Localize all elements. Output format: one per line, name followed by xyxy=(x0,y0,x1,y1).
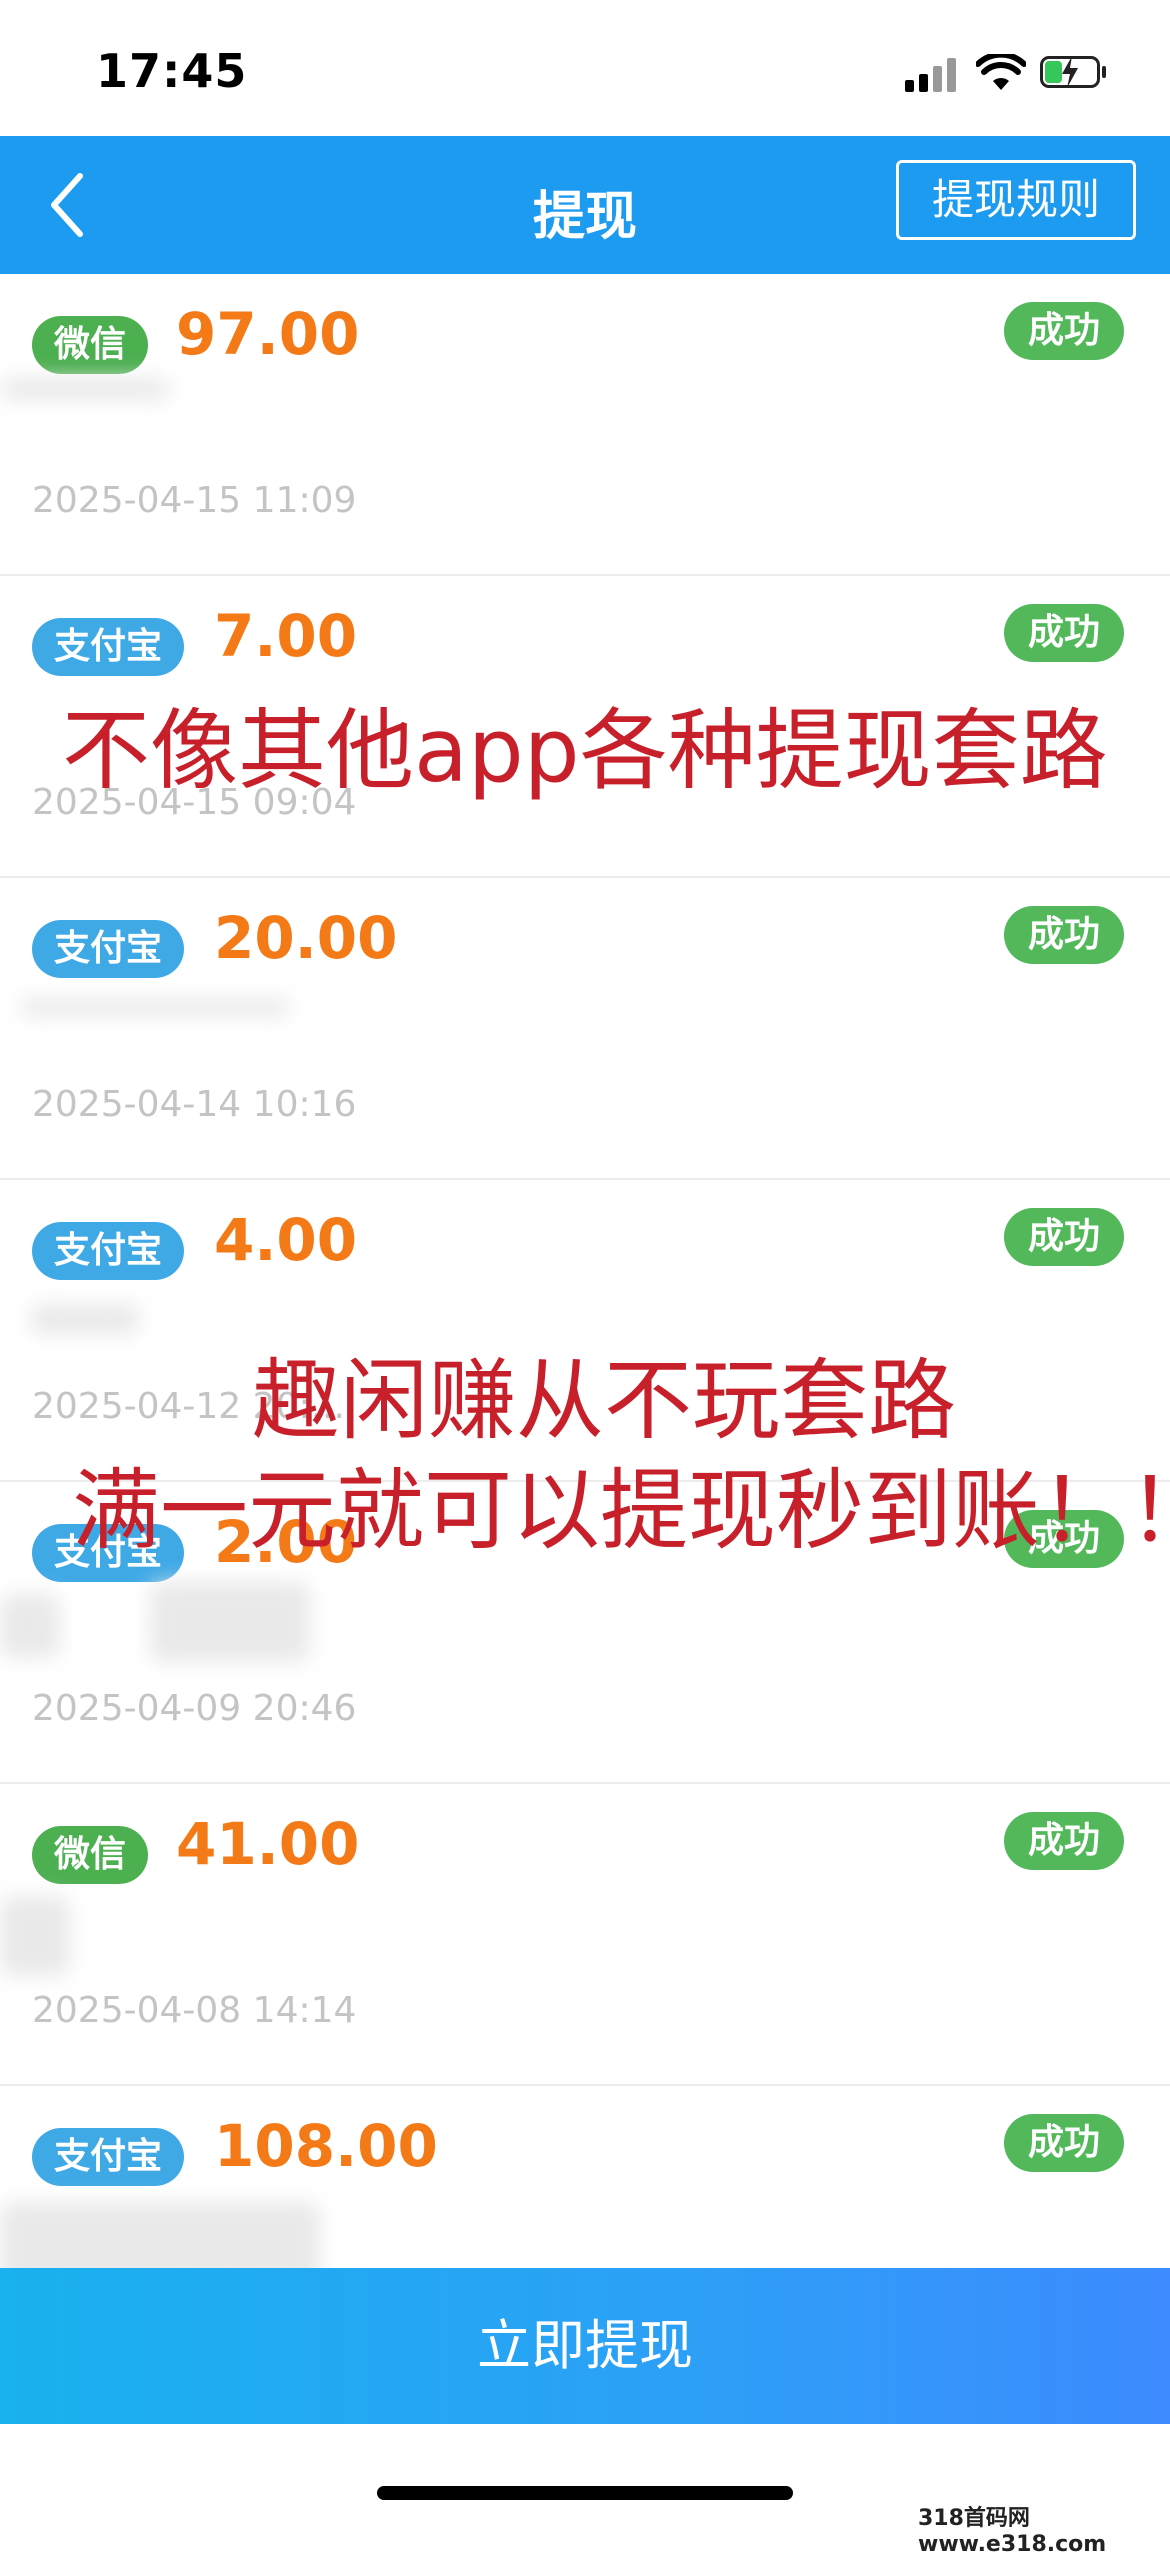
redacted-account xyxy=(0,1896,70,1976)
list-item: 微信 97.00 成功 2025-04-15 11:09 xyxy=(0,274,1170,576)
wifi-icon xyxy=(976,54,1026,90)
payment-method-badge: 支付宝 xyxy=(32,1222,185,1280)
list-item: 支付宝 20.00 成功 2025-04-14 10:16 xyxy=(0,878,1170,1180)
promo-text-line-1: 不像其他app各种提现套路 xyxy=(62,699,1108,802)
status-badge: 成功 xyxy=(1004,1208,1124,1266)
amount: 20.00 xyxy=(214,904,398,972)
payment-method-badge: 支付宝 xyxy=(32,920,185,978)
timestamp: 2025-04-14 10:16 xyxy=(32,1084,357,1125)
redacted-account xyxy=(20,998,290,1016)
redacted-account xyxy=(0,1594,60,1658)
amount: 7.00 xyxy=(214,602,358,670)
payment-method-badge: 支付宝 xyxy=(32,2128,185,2186)
status-badge: 成功 xyxy=(1004,2114,1124,2172)
amount: 108.00 xyxy=(214,2112,438,2180)
payment-method-badge: 微信 xyxy=(32,316,149,374)
withdraw-rules-button[interactable]: 提现规则 xyxy=(896,160,1136,240)
status-badge: 成功 xyxy=(1004,604,1124,662)
payment-method-badge: 支付宝 xyxy=(32,618,185,676)
timestamp: 2025-04-09 20:46 xyxy=(32,1688,357,1729)
status-time: 17:45 xyxy=(96,44,248,98)
timestamp: 2025-04-15 11:09 xyxy=(32,480,357,521)
redacted-account xyxy=(30,1304,140,1334)
promo-text-line-3: 满一元就可以提现秒到账！！ xyxy=(72,1459,1170,1562)
battery-icon xyxy=(1040,56,1106,88)
promo-text-line-2: 趣闲赚从不玩套路 xyxy=(252,1349,957,1452)
status-bar: 17:45 xyxy=(0,0,1170,136)
amount: 97.00 xyxy=(176,300,360,368)
redacted-account xyxy=(0,378,170,400)
status-badge: 成功 xyxy=(1004,302,1124,360)
timestamp: 2025-04-08 14:14 xyxy=(32,1990,357,2031)
payment-method-badge: 微信 xyxy=(32,1826,149,1884)
home-indicator xyxy=(377,2486,793,2500)
cellular-signal-icon xyxy=(905,56,961,92)
list-item: 微信 41.00 成功 2025-04-08 14:14 xyxy=(0,1784,1170,2086)
withdraw-now-button[interactable]: 立即提现 xyxy=(0,2268,1170,2424)
status-badge: 成功 xyxy=(1004,1812,1124,1870)
watermark: 318首码网 www.e318.com xyxy=(918,2506,1107,2557)
status-badge: 成功 xyxy=(1004,906,1124,964)
redacted-account xyxy=(150,1582,310,1662)
amount: 4.00 xyxy=(214,1206,358,1274)
amount: 41.00 xyxy=(176,1810,360,1878)
nav-bar: 提现 提现规则 xyxy=(0,136,1170,274)
